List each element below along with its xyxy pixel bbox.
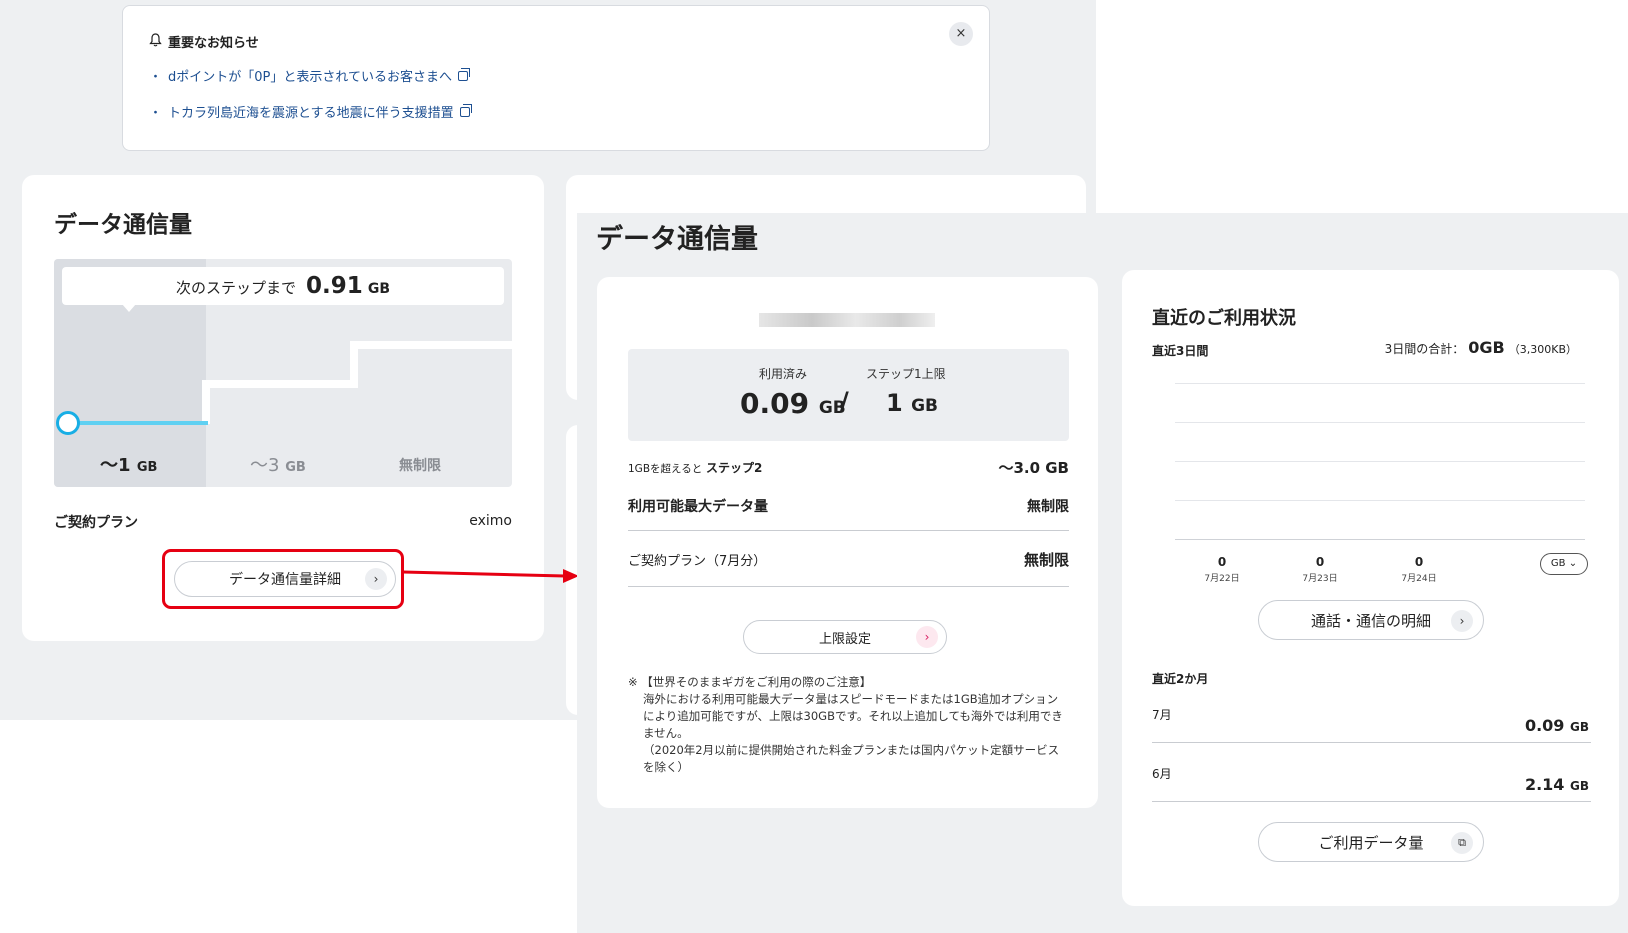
divider <box>628 530 1069 531</box>
month-value: 0.09 GB <box>1524 716 1589 735</box>
card-title: データ通信量 <box>54 212 192 238</box>
unit-select[interactable]: GB ⌄ <box>1540 553 1588 575</box>
divider <box>1152 801 1591 802</box>
chart-baseline <box>1175 539 1585 540</box>
data-usage-button[interactable]: ご利用データ量 ⧉ <box>1258 822 1484 862</box>
plan-label: ご契約プラン（7月分） <box>628 554 767 569</box>
highlight-box <box>162 549 404 609</box>
divider <box>1152 742 1591 743</box>
chevron-right-icon: › <box>1451 610 1473 632</box>
contract-plan-label: ご契約プラン <box>54 515 138 531</box>
contract-plan-value: eximo <box>469 513 512 529</box>
month-label: 6月 <box>1152 767 1172 781</box>
recent-usage-card: 直近のご利用状況 直近3日間 3日間の合計： 0GB （3,300KB） 0 7… <box>1122 270 1619 906</box>
usage-marker <box>56 411 80 435</box>
call-communication-detail-button[interactable]: 通話・通信の明細 › <box>1258 600 1484 640</box>
next-step-bubble: 次のステップまで 0.91 GB <box>62 267 504 305</box>
remaining-value: 0.91 <box>306 273 363 299</box>
used-value: 0.09 GB <box>740 387 846 420</box>
page-title: データ通信量 <box>596 224 758 255</box>
max-data-value: 無制限 <box>1027 499 1069 515</box>
step-chart: 次のステップまで 0.91 GB 〜1 GB 〜3 GB 無制限 <box>54 259 512 487</box>
right-screenshot: データ通信量 利用済み ステップ1上限 0.09 GB / 1 GB 1GBを超… <box>577 213 1628 933</box>
notice-title: 重要なお知らせ <box>149 32 259 51</box>
recent-usage-title: 直近のご利用状況 <box>1152 308 1296 329</box>
usage-progress-line <box>68 421 208 425</box>
max-data-label: 利用可能最大データ量 <box>628 499 768 515</box>
grid-line <box>1175 500 1585 501</box>
external-link-icon: ⧉ <box>1451 832 1473 854</box>
used-label: 利用済み <box>759 367 808 381</box>
step-limit-label: ステップ1上限 <box>866 367 946 381</box>
masked-phone-number <box>759 313 935 327</box>
grid-line <box>1175 383 1585 384</box>
grid-line <box>1175 422 1585 423</box>
step-label-unlimited: 無制限 <box>399 458 441 474</box>
month-value: 2.14 GB <box>1524 775 1589 794</box>
chevron-right-icon: › <box>916 626 938 648</box>
bell-icon <box>149 32 162 51</box>
recent-3-days-label: 直近3日間 <box>1152 344 1209 358</box>
exceed-step-value: 〜3.0 GB <box>998 459 1069 477</box>
grid-line <box>1175 461 1585 462</box>
usage-detail-card: 利用済み ステップ1上限 0.09 GB / 1 GB 1GBを超えると ステッ… <box>597 277 1098 808</box>
recent-2-months-label: 直近2か月 <box>1152 672 1209 686</box>
day-usage: 0 7月24日 <box>1401 555 1437 584</box>
step-limit-value: 1 GB <box>886 389 938 417</box>
red-arrow <box>403 569 579 583</box>
exceed-step-label: 1GBを超えると ステップ2 <box>628 461 763 475</box>
month-label: 7月 <box>1152 708 1172 722</box>
notice-link-dpoint[interactable]: ・ dポイントが「0P」と表示されているお客さまへ <box>149 66 470 85</box>
notice-link-earthquake[interactable]: ・ トカラ列島近海を震源とする地震に伴う支援措置 <box>149 102 472 121</box>
external-link-icon <box>459 103 472 117</box>
recent-3-days-total: 3日間の合計： 0GB （3,300KB） <box>1384 338 1577 357</box>
bubble-pointer <box>122 304 136 312</box>
day-usage: 0 7月22日 <box>1204 555 1240 584</box>
step-label-2: 〜3 GB <box>250 455 306 476</box>
day-usage: 0 7月23日 <box>1302 555 1338 584</box>
close-icon[interactable]: × <box>949 22 973 46</box>
external-link-icon <box>458 67 470 81</box>
usage-summary-box: 利用済み ステップ1上限 0.09 GB / 1 GB <box>628 349 1069 441</box>
overseas-note: ※ 【世界そのままギガをご利用の際のご注意】 海外における利用可能最大データ量は… <box>628 675 1063 774</box>
step-label-1: 〜1 GB <box>100 455 158 476</box>
divider <box>628 586 1069 587</box>
important-notice-box: 重要なお知らせ ・ dポイントが「0P」と表示されているお客さまへ ・ トカラ列… <box>122 5 990 151</box>
limit-setting-button[interactable]: 上限設定 › <box>743 620 947 654</box>
plan-value: 無制限 <box>1023 551 1069 569</box>
